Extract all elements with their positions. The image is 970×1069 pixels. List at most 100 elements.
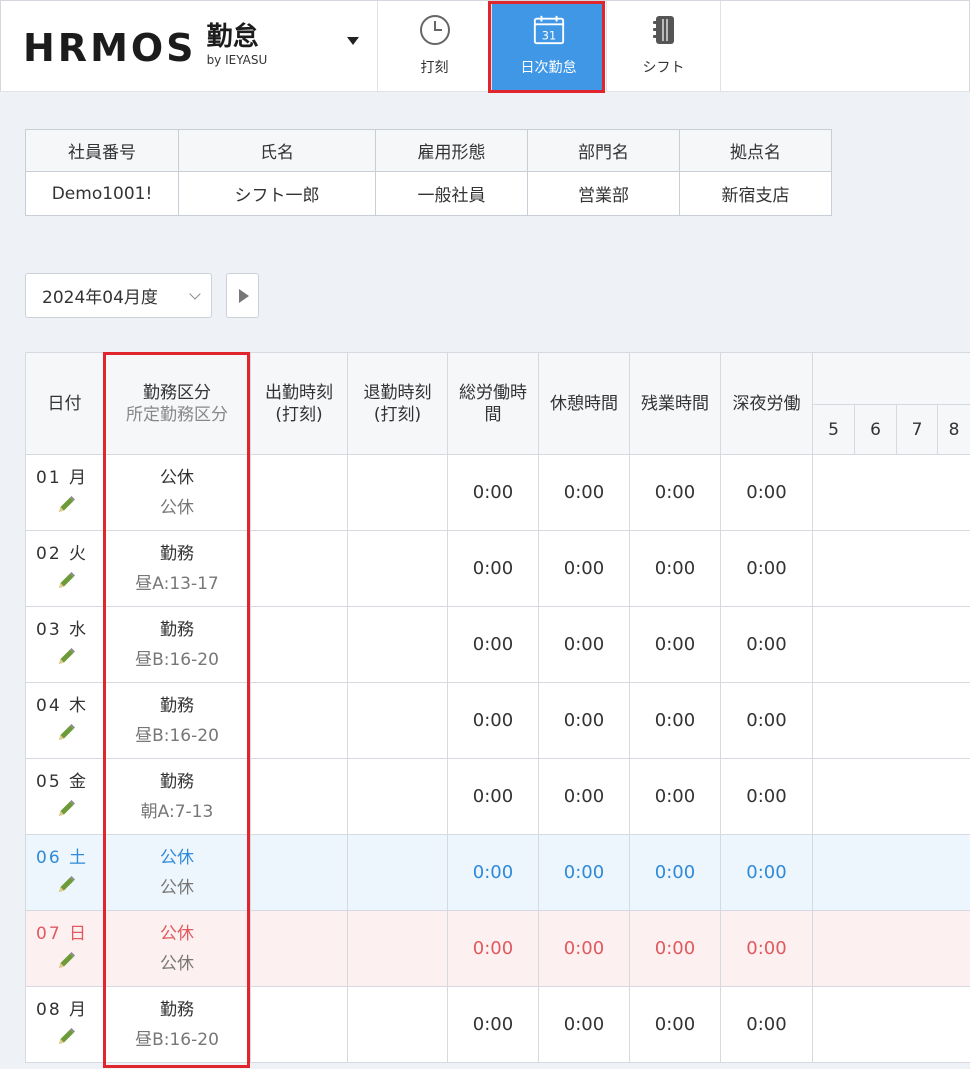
hour-timeline-cell	[812, 834, 970, 911]
nav-tab-clock[interactable]: 打刻	[377, 1, 491, 91]
table-row: 01 月公休 公休 0:00 0:00 0:00 0:00	[25, 454, 970, 531]
total-work-cell: 0:00	[447, 682, 539, 759]
rest-time-cell: 0:00	[538, 454, 630, 531]
hour-timeline-cell	[812, 530, 970, 607]
date-label: 08 月	[36, 1000, 89, 1020]
logo-product-name: 勤怠	[206, 22, 259, 52]
hrmos-logo[interactable]: HRMOS 勤怠 by IEYASU	[23, 23, 267, 67]
work-type-header-label: 勤務区分	[143, 382, 211, 403]
clock-in-cell	[250, 682, 348, 759]
overtime-cell: 0:00	[629, 986, 721, 1063]
month-select[interactable]: 2024年04月度	[25, 273, 212, 318]
clock-in-cell	[250, 986, 348, 1063]
date-label: 07 日	[36, 924, 89, 944]
pencil-edit-icon[interactable]	[55, 722, 77, 744]
employee-name-header: 氏名	[178, 129, 376, 172]
work-type-cell[interactable]: 勤務昼B:16-20	[103, 986, 251, 1063]
date-label: 05 金	[36, 772, 89, 792]
department-header: 部門名	[527, 129, 680, 172]
employee-id-header: 社員番号	[25, 129, 179, 172]
date-cell: 08 月	[25, 986, 104, 1063]
work-type-value: 勤務	[160, 999, 194, 1020]
notebook-icon	[647, 13, 681, 47]
pencil-edit-icon[interactable]	[55, 646, 77, 668]
work-type-cell[interactable]: 公休 公休	[103, 910, 251, 987]
rest-time-cell: 0:00	[538, 682, 630, 759]
scheduled-type-value: 昼B:16-20	[135, 649, 219, 670]
rest-time-column-header: 休憩時間	[538, 352, 630, 455]
pencil-edit-icon[interactable]	[55, 798, 77, 820]
next-month-button[interactable]	[226, 273, 259, 318]
date-label: 01 月	[36, 468, 89, 488]
pencil-edit-icon[interactable]	[55, 1026, 77, 1048]
logo-byline: by IEYASU	[206, 53, 268, 67]
rest-time-cell: 0:00	[538, 986, 630, 1063]
clock-out-cell	[347, 834, 448, 911]
work-type-cell[interactable]: 勤務 昼B:16-20	[103, 606, 251, 683]
branch-value: 新宿支店	[679, 171, 832, 216]
date-label: 03 水	[36, 620, 89, 640]
total-work-cell: 0:00	[447, 986, 539, 1063]
clock-out-cell	[347, 530, 448, 607]
clock-out-cell	[347, 682, 448, 759]
date-cell: 05 金	[25, 758, 104, 835]
clock-in-column-header: 出勤時刻 (打刻)	[250, 352, 348, 455]
night-work-cell: 0:00	[720, 986, 813, 1063]
table-row: 05 金勤務 朝A:7-13 0:00 0:00 0:00 0:00	[25, 758, 970, 835]
pencil-edit-icon[interactable]	[55, 494, 77, 516]
employee-name-value: シフト一郎	[178, 171, 376, 216]
hour-timeline-cell	[812, 986, 970, 1063]
clock-in-cell	[250, 454, 348, 531]
work-type-value: 公休	[160, 847, 194, 868]
work-type-value: 勤務	[160, 771, 194, 792]
pencil-edit-icon[interactable]	[55, 570, 77, 592]
work-type-cell[interactable]: 公休 公休	[103, 454, 251, 531]
overtime-cell: 0:00	[629, 606, 721, 683]
total-work-cell: 0:00	[447, 834, 539, 911]
night-work-cell: 0:00	[720, 454, 813, 531]
scheduled-type-value: 昼B:16-20	[135, 1029, 219, 1050]
date-label: 06 土	[36, 848, 89, 868]
night-work-column-header: 深夜労働	[720, 352, 813, 455]
employee-info-value-row: Demo1001! シフト一郎 一般社員 営業部 新宿支店	[25, 171, 832, 216]
pencil-edit-icon[interactable]	[55, 874, 77, 896]
table-row: 04 木勤務 昼B:16-20 0:00 0:00 0:00 0:00	[25, 682, 970, 759]
app-switcher-caret-icon[interactable]	[347, 37, 359, 45]
clock-out-column-header: 退勤時刻 (打刻)	[347, 352, 448, 455]
work-type-value: 勤務	[160, 695, 194, 716]
employment-type-value: 一般社員	[375, 171, 528, 216]
scheduled-type-value: 朝A:7-13	[140, 801, 214, 822]
work-type-cell[interactable]: 公休 公休	[103, 834, 251, 911]
overtime-cell: 0:00	[629, 910, 721, 987]
chevron-down-icon	[189, 288, 201, 300]
nav-tab-shift[interactable]: シフト	[606, 1, 720, 91]
date-label: 02 火	[36, 544, 89, 564]
clock-out-cell	[347, 910, 448, 987]
pencil-edit-icon[interactable]	[55, 950, 77, 972]
work-type-cell[interactable]: 勤務朝A:7-13	[103, 758, 251, 835]
date-cell: 01 月	[25, 454, 104, 531]
night-work-cell: 0:00	[720, 834, 813, 911]
hour-timeline-cell	[812, 758, 970, 835]
rest-time-cell: 0:00	[538, 530, 630, 607]
total-work-cell: 0:00	[447, 758, 539, 835]
night-work-cell: 0:00	[720, 682, 813, 759]
overtime-cell: 0:00	[629, 454, 721, 531]
employment-type-header: 雇用形態	[375, 129, 528, 172]
clock-in-cell	[250, 758, 348, 835]
work-type-cell[interactable]: 勤務 昼B:16-20	[103, 682, 251, 759]
total-work-cell: 0:00	[447, 910, 539, 987]
total-work-cell: 0:00	[447, 454, 539, 531]
logo-wordmark: HRMOS	[23, 26, 197, 70]
header-empty-area	[720, 1, 970, 91]
table-row: 03 水勤務 昼B:16-20 0:00 0:00 0:00 0:00	[25, 606, 970, 683]
date-cell: 07 日	[25, 910, 104, 987]
employee-id-value: Demo1001!	[25, 171, 179, 216]
clock-icon	[418, 13, 452, 47]
scheduled-type-value: 公休	[160, 877, 194, 898]
work-type-cell[interactable]: 勤務 昼A:13-17	[103, 530, 251, 607]
employee-info-header-row: 社員番号 氏名 雇用形態 部門名 拠点名	[25, 129, 832, 172]
work-type-value: 勤務	[160, 543, 194, 564]
date-cell: 03 水	[25, 606, 104, 683]
nav-tab-label: 打刻	[420, 60, 449, 76]
